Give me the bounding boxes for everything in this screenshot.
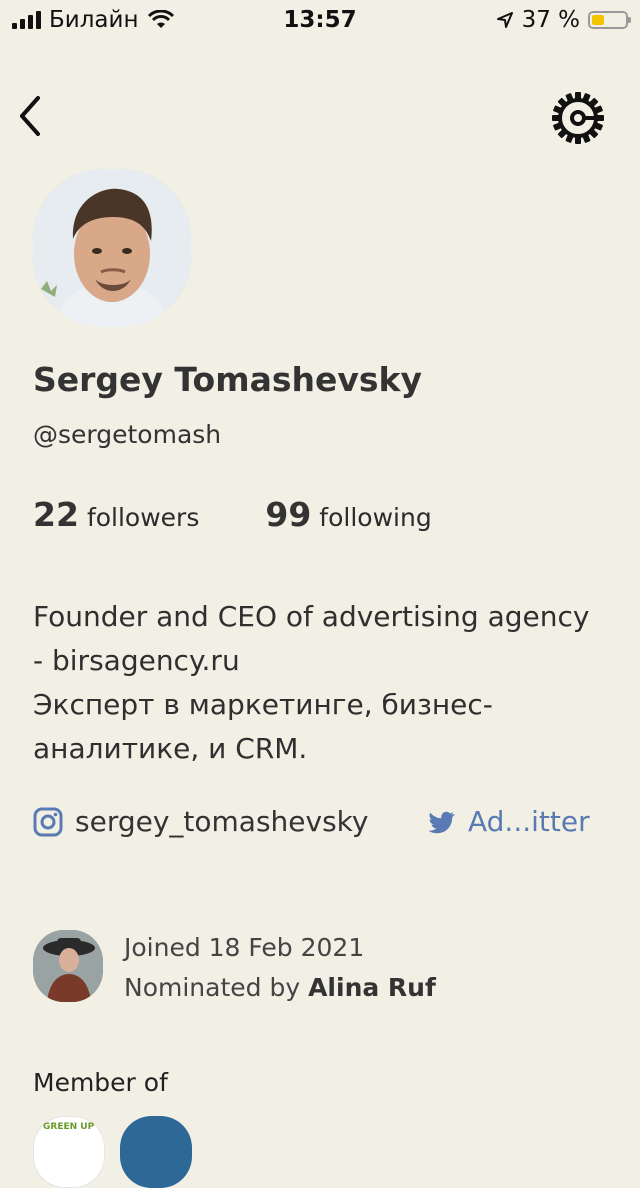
- followers-label[interactable]: followers: [87, 503, 199, 532]
- nominated-line: Nominated by Alina Ruf: [124, 968, 436, 1008]
- following-count[interactable]: 99: [265, 495, 311, 534]
- instagram-handle: sergey_tomashevsky: [75, 805, 369, 838]
- nominator-name[interactable]: Alina Ruf: [308, 973, 436, 1002]
- nominator-photo: [33, 930, 103, 1002]
- back-button[interactable]: [14, 94, 50, 138]
- status-right: 37 %: [496, 7, 631, 33]
- instagram-link[interactable]: sergey_tomashevsky: [33, 805, 368, 838]
- location-arrow-icon: [496, 12, 513, 28]
- club-avatar[interactable]: GREEN UP: [33, 1116, 105, 1188]
- gear-icon: [552, 92, 604, 144]
- bio-line: Founder and CEO of advertising agency: [33, 600, 590, 633]
- follow-stats: 22 followers 99 following: [33, 495, 432, 534]
- nominated-prefix: Nominated by: [124, 973, 301, 1002]
- status-bar: Билайн 13:57 37 %: [0, 0, 640, 40]
- profile-name: Sergey Tomashevsky: [33, 360, 423, 399]
- battery-percent: 37 %: [521, 7, 580, 33]
- bio-line: аналитике, и CRM.: [33, 732, 308, 765]
- bio-line: - birsagency.ru: [33, 644, 240, 677]
- instagram-icon: [33, 807, 63, 836]
- social-links: sergey_tomashevsky Ad...itter: [33, 805, 613, 845]
- followers-count[interactable]: 22: [33, 495, 79, 534]
- settings-button[interactable]: [548, 88, 608, 148]
- bio-line: Эксперт в маркетинге, бизнес-: [33, 688, 493, 721]
- twitter-link[interactable]: Ad...itter: [426, 805, 590, 838]
- club-avatar[interactable]: [120, 1116, 192, 1188]
- profile-handle: @sergetomash: [33, 420, 222, 449]
- profile-bio: Founder and CEO of advertising agency - …: [33, 595, 613, 771]
- club-label: GREEN UP: [43, 1122, 95, 1132]
- nominator-avatar[interactable]: [33, 930, 103, 1002]
- joined-date: Joined 18 Feb 2021: [124, 933, 365, 962]
- profile-photo: [33, 169, 191, 327]
- battery-icon: [588, 11, 631, 29]
- member-of-title: Member of: [33, 1068, 168, 1097]
- chevron-left-icon: [20, 96, 40, 136]
- twitter-icon: [428, 811, 455, 833]
- twitter-handle: Ad...itter: [468, 805, 590, 838]
- following-label[interactable]: following: [319, 503, 431, 532]
- profile-avatar[interactable]: [33, 169, 191, 327]
- joined-info: Joined 18 Feb 2021 Nominated by Alina Ru…: [124, 928, 436, 1008]
